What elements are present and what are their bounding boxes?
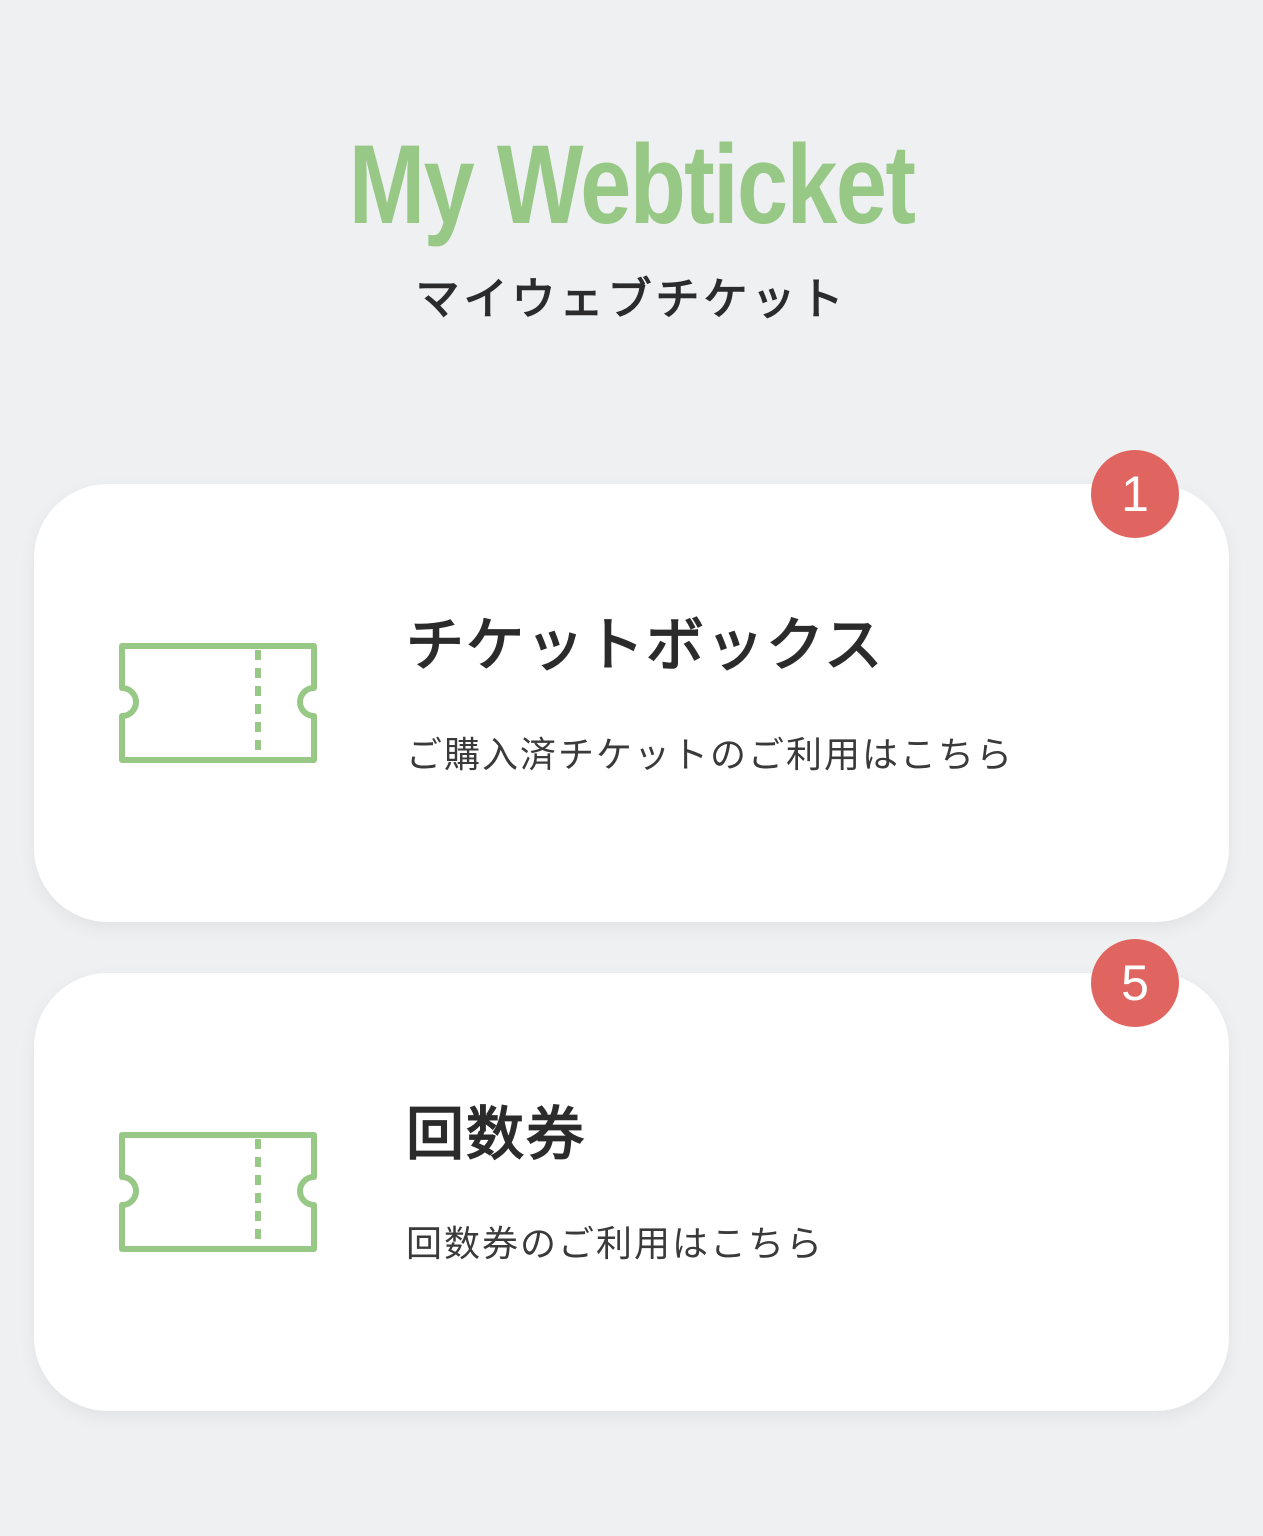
page-subtitle: マイウェブチケット xyxy=(415,274,848,325)
card-title: 回数券 xyxy=(406,1100,587,1168)
card-title: チケットボックス xyxy=(406,611,885,679)
page-title: My Webticket xyxy=(348,122,916,247)
coupon-ticket-card[interactable]: 回数券 回数券のご利用はこちら xyxy=(34,973,1229,1411)
ticket-box-card[interactable]: チケットボックス ご購入済チケットのご利用はこちら xyxy=(34,484,1229,922)
ticket-icon xyxy=(119,643,317,763)
card-description: 回数券のご利用はこちら xyxy=(406,1224,825,1265)
ticket-icon xyxy=(119,1132,317,1252)
page-header: My Webticket マイウェブチケット xyxy=(0,120,1263,328)
count-badge: 5 xyxy=(1091,939,1179,1027)
count-badge: 1 xyxy=(1091,450,1179,538)
card-description: ご購入済チケットのご利用はこちら xyxy=(406,735,1015,776)
